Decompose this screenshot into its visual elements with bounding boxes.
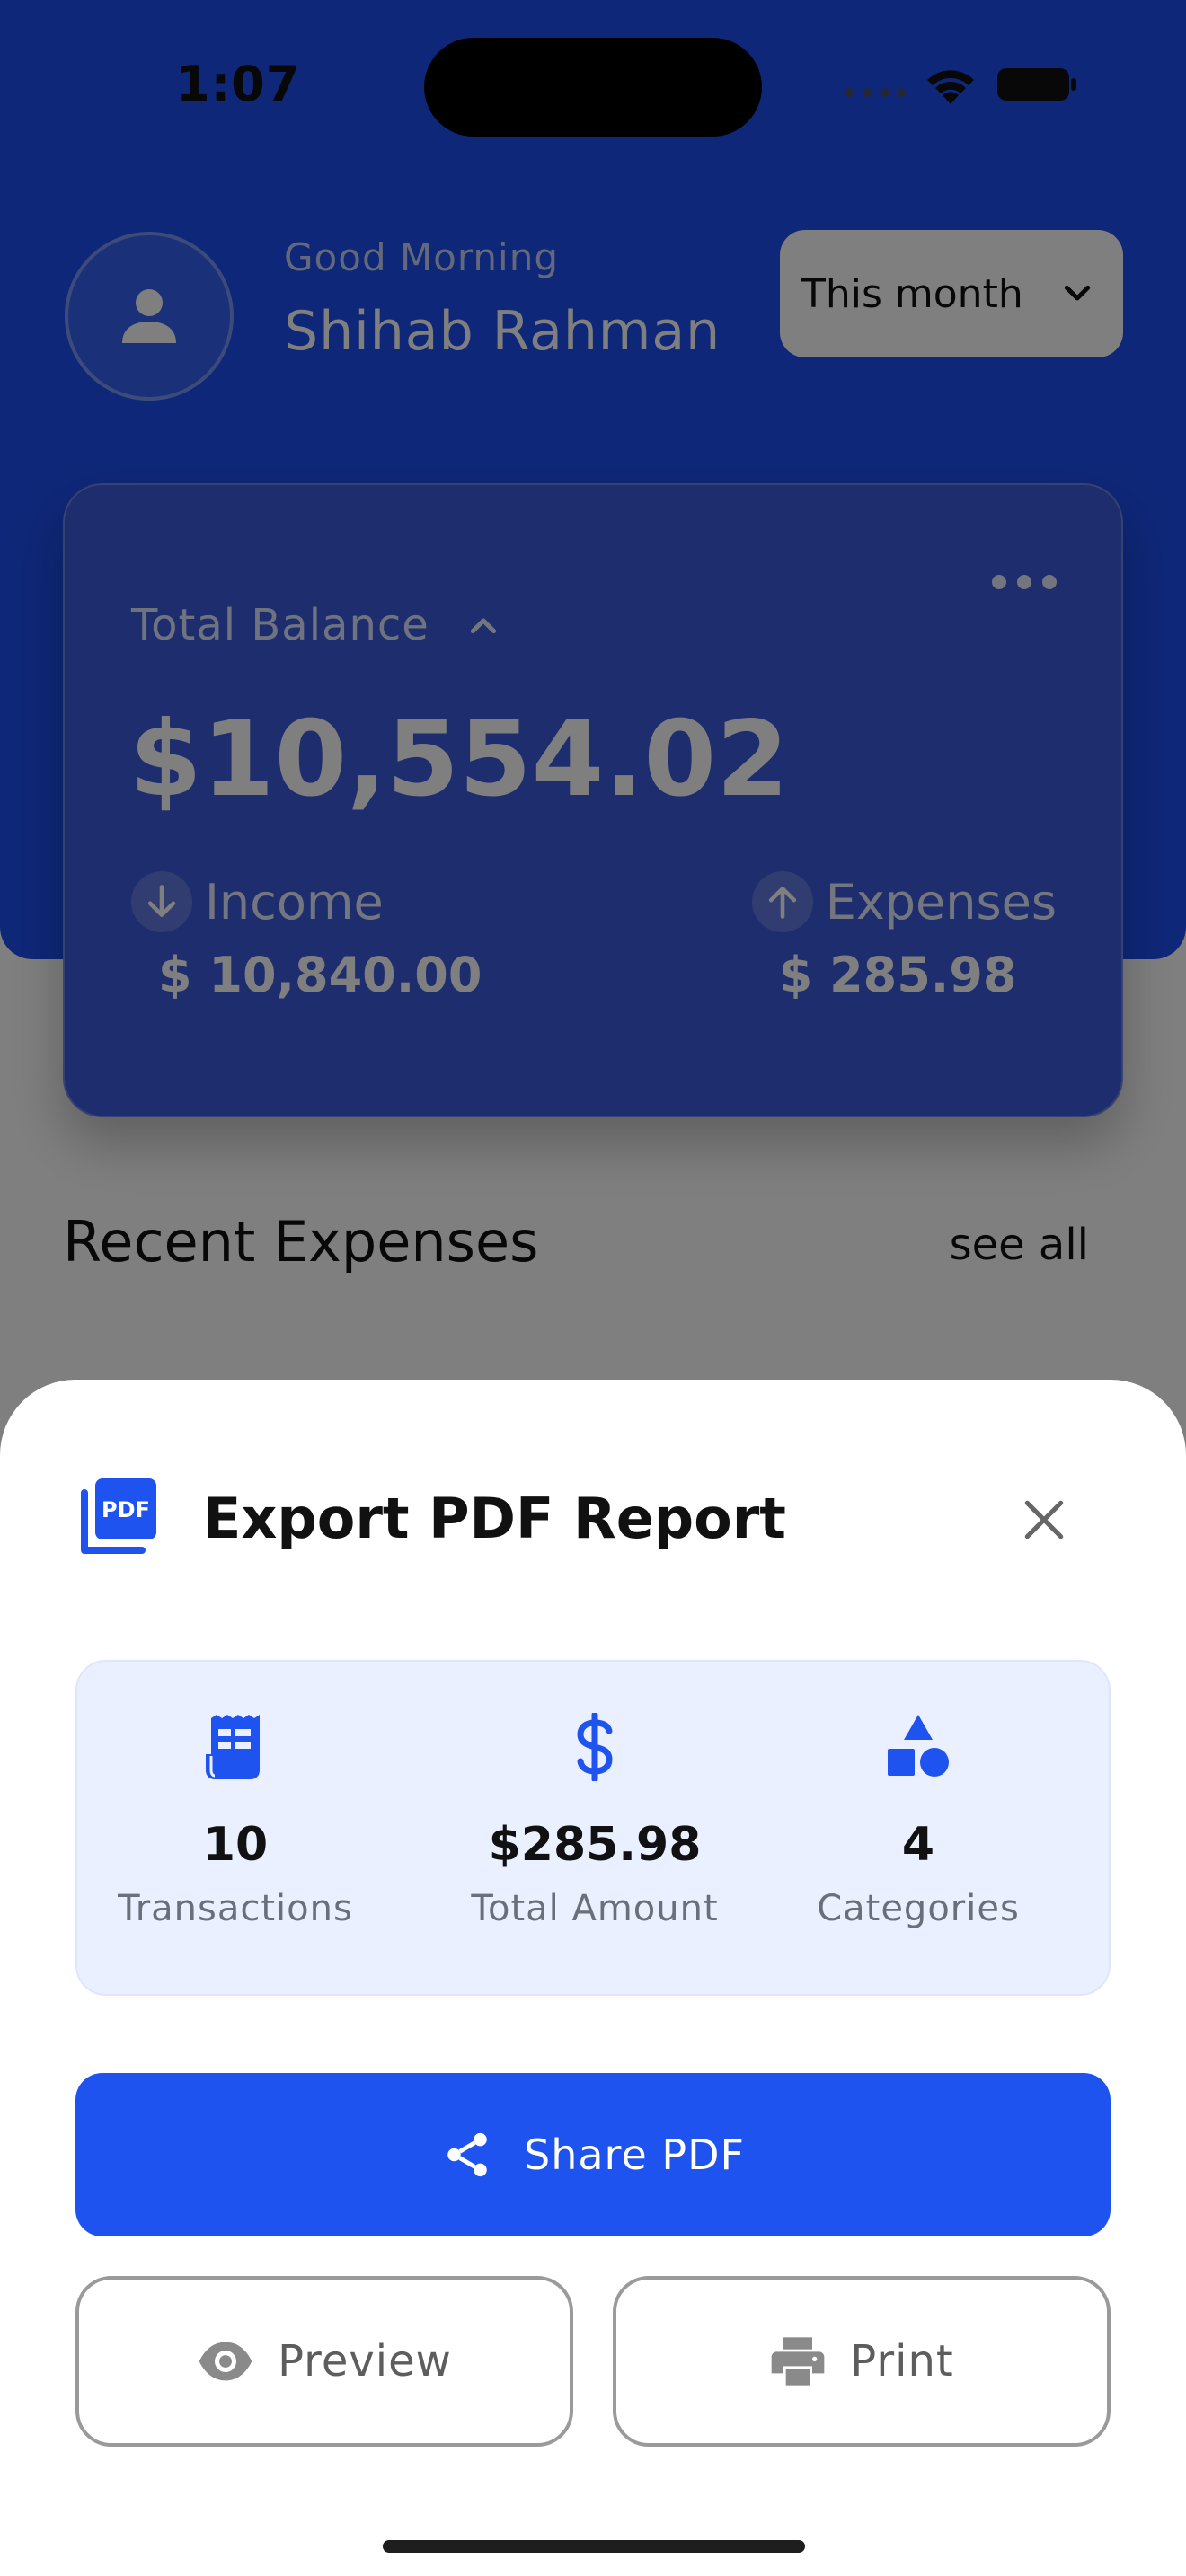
close-button[interactable] — [1015, 1491, 1073, 1548]
eye-icon — [199, 2342, 252, 2381]
pdf-icon-text: PDF — [102, 1497, 150, 1522]
stat-categories: 4 Categories — [783, 1712, 1053, 1929]
share-icon — [447, 2132, 487, 2177]
transactions-count: 10 — [202, 1818, 269, 1872]
stat-transactions: 10 Transactions — [101, 1712, 370, 1929]
close-icon — [1024, 1500, 1064, 1539]
sheet-title: Export PDF Report — [203, 1486, 786, 1551]
categories-label: Categories — [817, 1888, 1020, 1929]
share-pdf-button[interactable]: Share PDF — [75, 2073, 1111, 2236]
home-indicator[interactable] — [383, 2540, 805, 2553]
print-button[interactable]: Print — [613, 2276, 1111, 2447]
total-amount-label: Total Amount — [471, 1888, 719, 1929]
preview-label: Preview — [278, 2336, 452, 2386]
print-label: Print — [850, 2336, 954, 2386]
report-summary-card: 10 Transactions $285.98 Total Amount 4 C… — [75, 1660, 1111, 1996]
category-shapes-icon — [783, 1712, 1053, 1782]
export-pdf-sheet: PDF Export PDF Report 10 Transactions $2… — [0, 1380, 1186, 2576]
printer-icon — [771, 2337, 825, 2386]
dollar-icon — [460, 1712, 730, 1782]
preview-button[interactable]: Preview — [75, 2276, 573, 2447]
pdf-file-icon: PDF — [81, 1477, 158, 1557]
share-pdf-label: Share PDF — [524, 2130, 745, 2179]
transactions-label: Transactions — [118, 1888, 353, 1929]
receipt-icon — [101, 1712, 370, 1782]
total-amount-value: $285.98 — [488, 1818, 702, 1872]
categories-count: 4 — [901, 1818, 935, 1872]
stat-total-amount: $285.98 Total Amount — [460, 1712, 730, 1929]
